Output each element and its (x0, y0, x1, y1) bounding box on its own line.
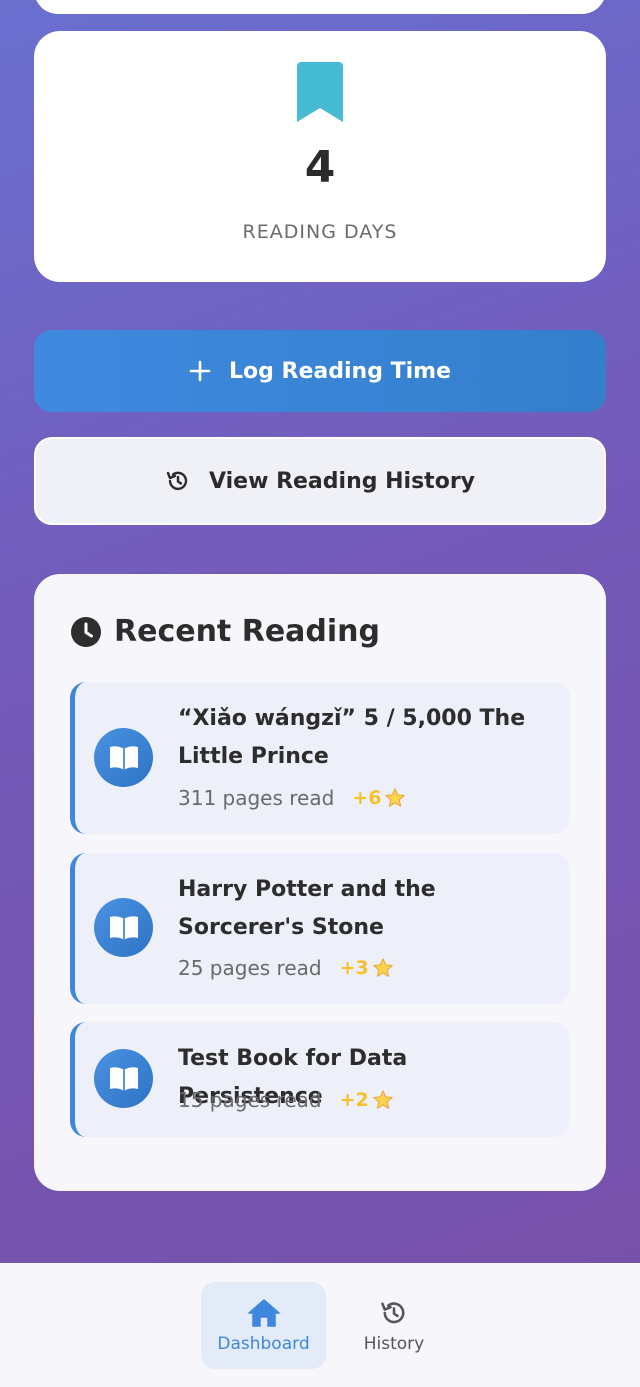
book-icon (94, 728, 153, 787)
recent-reading-title: Recent Reading (114, 614, 381, 649)
list-item[interactable]: Test Book for Data Persistence 15 pages … (70, 1022, 570, 1137)
pages-read: 311 pages read (178, 786, 335, 810)
log-reading-time-button[interactable]: Log Reading Time (34, 330, 606, 412)
home-icon (247, 1298, 281, 1328)
book-title: “Xiǎo wángzǐ” 5 / 5,000 The Little Princ… (178, 706, 526, 769)
bookmark-icon (297, 62, 343, 124)
pages-read: 15 pages read (178, 1088, 322, 1112)
history-icon (165, 468, 191, 494)
bottom-navigation: Dashboard History (0, 1263, 640, 1387)
recent-reading-card: Recent Reading “Xiǎo wángzǐ” 5 / 5,000 T… (34, 574, 606, 1191)
points-earned: +2 (339, 1089, 369, 1111)
list-item[interactable]: “Xiǎo wángzǐ” 5 / 5,000 The Little Princ… (70, 682, 570, 834)
points-earned: +6 (352, 787, 382, 809)
pages-read: 25 pages read (178, 956, 322, 980)
entry-meta: 15 pages read +2 (178, 1088, 394, 1112)
nav-history[interactable]: History (333, 1282, 455, 1369)
clock-icon (70, 616, 102, 648)
star-icon (372, 957, 394, 979)
nav-history-label: History (363, 1333, 425, 1354)
book-title: Harry Potter and the Sorcerer's Stone (178, 877, 436, 940)
reading-days-card: 4 READING DAYS (34, 31, 606, 282)
nav-dashboard[interactable]: Dashboard (201, 1282, 326, 1369)
star-icon (384, 787, 406, 809)
reading-days-label: READING DAYS (242, 221, 398, 243)
reading-days-value: 4 (304, 142, 336, 193)
nav-dashboard-label: Dashboard (217, 1333, 310, 1354)
book-icon (94, 1049, 153, 1108)
entry-meta: 311 pages read +6 (178, 786, 406, 810)
entry-meta: 25 pages read +3 (178, 956, 394, 980)
plus-icon (189, 360, 211, 382)
view-reading-history-label: View Reading History (208, 468, 476, 494)
previous-stat-card (34, 0, 606, 14)
recent-reading-header: Recent Reading (70, 614, 380, 649)
log-reading-time-label: Log Reading Time (229, 358, 451, 384)
star-icon (372, 1089, 394, 1111)
book-icon (94, 898, 153, 957)
history-icon (379, 1298, 409, 1328)
view-reading-history-button[interactable]: View Reading History (34, 437, 606, 525)
list-item[interactable]: Harry Potter and the Sorcerer's Stone 25… (70, 853, 570, 1004)
points-earned: +3 (339, 957, 369, 979)
